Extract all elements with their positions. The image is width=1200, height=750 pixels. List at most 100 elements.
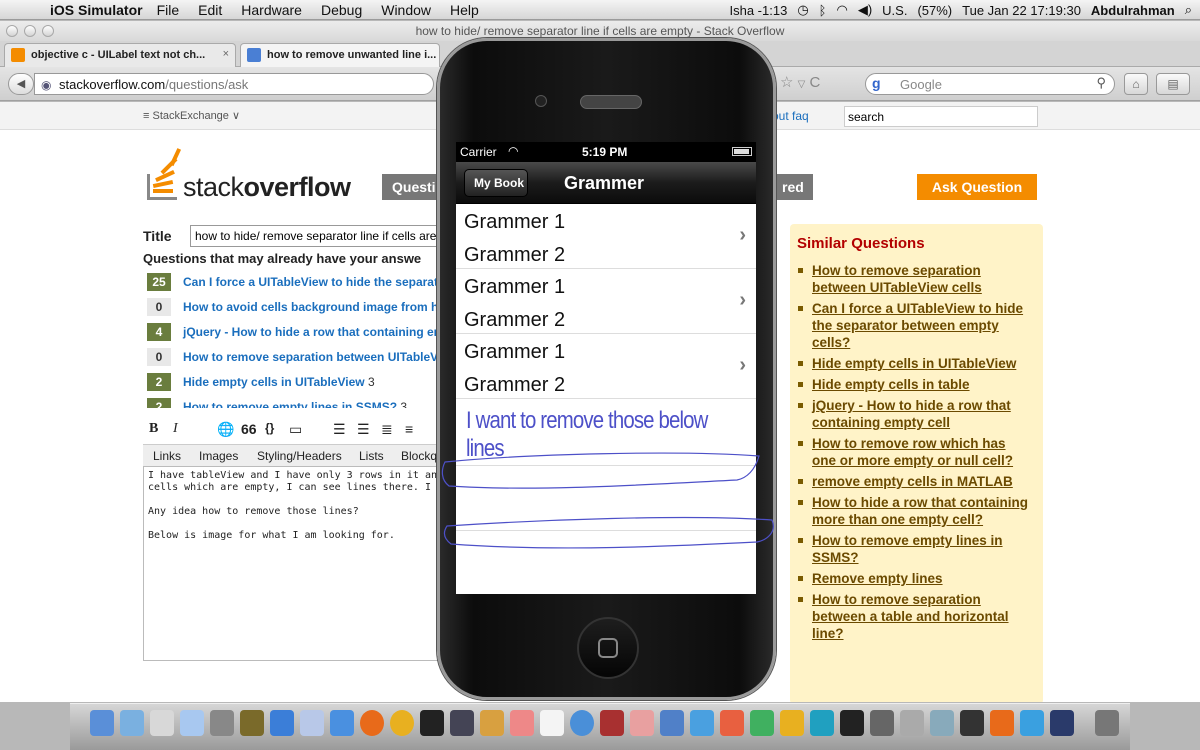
excel-icon[interactable] <box>750 710 774 736</box>
photoshop-icon[interactable] <box>1050 710 1074 736</box>
firefox-icon[interactable] <box>360 710 384 736</box>
similar-question-link[interactable]: How to hide a row that containing more t… <box>812 495 1028 527</box>
link-icon[interactable]: 🌐 <box>217 421 234 438</box>
system-prefs-icon[interactable] <box>870 710 894 736</box>
suggestion-link[interactable]: How to avoid cells background image from… <box>183 300 438 314</box>
table-cell[interactable]: Grammer 1 Grammer 2 › <box>456 204 756 269</box>
similar-question-item[interactable]: How to remove row which has one or more … <box>798 435 1028 469</box>
home-button[interactable] <box>577 617 639 679</box>
table-cell[interactable]: Grammer 1 Grammer 2 › <box>456 269 756 334</box>
app-icon[interactable] <box>240 710 264 736</box>
suggestion-link[interactable]: Hide empty cells in UITableView <box>183 375 365 389</box>
ask-question-button[interactable]: Ask Question <box>917 174 1037 200</box>
similar-question-item[interactable]: How to remove separation between UITable… <box>798 262 1028 296</box>
powerpoint-icon[interactable] <box>720 710 744 736</box>
similar-question-link[interactable]: How to remove row which has one or more … <box>812 436 1013 468</box>
finder-icon[interactable] <box>90 710 114 736</box>
suggestion-link[interactable]: How to remove separation between UITable… <box>183 350 438 364</box>
top-links[interactable]: out faq <box>772 109 809 123</box>
suggestion-link[interactable]: How to remove empty lines in SSMS? <box>183 400 397 408</box>
similar-question-link[interactable]: remove empty cells in MATLAB <box>812 474 1013 489</box>
trash-icon[interactable] <box>1095 710 1119 736</box>
app-icon[interactable] <box>630 710 654 736</box>
menu-debug[interactable]: Debug <box>321 2 362 18</box>
chrome-icon[interactable] <box>390 710 414 736</box>
app-icon[interactable] <box>180 710 204 736</box>
wifi-icon[interactable]: ◠ <box>836 2 847 18</box>
similar-question-link[interactable]: Hide empty cells in table <box>812 377 970 392</box>
user-name[interactable]: Abdulrahman <box>1091 3 1175 18</box>
tab-unwanted-line[interactable]: how to remove unwanted line i... <box>240 43 440 67</box>
skype-icon[interactable] <box>1020 710 1044 736</box>
reload-icon[interactable]: C <box>810 74 821 91</box>
terminal-icon[interactable] <box>420 710 444 736</box>
similar-question-item[interactable]: jQuery - How to hide a row that containi… <box>798 397 1028 431</box>
code-button[interactable]: {} <box>265 421 274 435</box>
zoom-window-icon[interactable] <box>42 25 54 37</box>
similar-question-item[interactable]: Hide empty cells in UITableView <box>798 355 1028 372</box>
help-tab-blockquotes[interactable]: Blockq <box>401 449 437 463</box>
suggestion-row[interactable]: 2 How to remove empty lines in SSMS? 3 <box>147 398 407 408</box>
stackoverflow-logo[interactable]: stackoverflow <box>143 144 383 204</box>
app-icon[interactable] <box>840 710 864 736</box>
spotlight-icon[interactable]: ⌕ <box>1185 2 1192 18</box>
suggestion-row[interactable]: 4 jQuery - How to hide a row that contain… <box>147 323 438 341</box>
table-cell[interactable]: Grammer 1 Grammer 2 › <box>456 334 756 399</box>
suggestion-row[interactable]: 2 Hide empty cells in UITableView 3 <box>147 373 375 391</box>
similar-question-item[interactable]: remove empty cells in MATLAB <box>798 473 1028 490</box>
help-tab-links[interactable]: Links <box>153 449 181 463</box>
help-tab-images[interactable]: Images <box>199 449 238 463</box>
app-icon[interactable] <box>510 710 534 736</box>
heading-icon[interactable]: ≣ <box>381 421 393 438</box>
suggestion-row[interactable]: 0 How to avoid cells background image fro… <box>147 298 438 316</box>
menu-window[interactable]: Window <box>381 2 431 18</box>
blockquote-button[interactable]: 66 <box>241 421 257 437</box>
menu-edit[interactable]: Edit <box>198 2 222 18</box>
volume-icon[interactable]: ◀) <box>858 2 872 18</box>
similar-question-item[interactable]: Hide empty cells in table <box>798 376 1028 393</box>
similar-question-link[interactable]: jQuery - How to hide a row that containi… <box>812 398 1011 430</box>
back-button[interactable]: My Book <box>464 169 528 197</box>
title-input[interactable]: how to hide/ remove separator line if ce… <box>190 225 450 247</box>
outlook-icon[interactable] <box>780 710 804 736</box>
app-icon[interactable] <box>150 710 174 736</box>
clock[interactable]: Tue Jan 22 17:19:30 <box>962 3 1081 18</box>
similar-question-item[interactable]: Can I force a UITableView to hide the se… <box>798 300 1028 351</box>
app-icon[interactable] <box>900 710 924 736</box>
close-window-icon[interactable] <box>6 25 18 37</box>
menu-help[interactable]: Help <box>450 2 479 18</box>
safari-icon[interactable] <box>330 710 354 736</box>
bold-button[interactable]: B <box>149 421 158 437</box>
suggestion-row[interactable]: 25 Can I force a UITableView to hide the … <box>147 273 438 291</box>
similar-question-link[interactable]: Remove empty lines <box>812 571 943 586</box>
similar-question-link[interactable]: Hide empty cells in UITableView <box>812 356 1016 371</box>
calendar-icon[interactable] <box>540 710 564 736</box>
suggestion-link[interactable]: Can I force a UITableView to hide the se… <box>183 275 438 289</box>
site-search-input[interactable]: search <box>844 106 1038 127</box>
help-tab-styling[interactable]: Styling/Headers <box>257 449 342 463</box>
image-icon[interactable]: ▭ <box>289 421 302 438</box>
app-icon[interactable] <box>960 710 984 736</box>
menu-hardware[interactable]: Hardware <box>241 2 302 18</box>
search-icon[interactable]: ⚲ <box>1096 75 1106 91</box>
time-machine-icon[interactable]: ◷ <box>797 2 808 18</box>
dropdown-icon[interactable]: ▽ <box>798 79 806 90</box>
bluetooth-icon[interactable]: ᛒ <box>819 3 827 18</box>
app-icon[interactable] <box>810 710 834 736</box>
itunes-icon[interactable] <box>570 710 594 736</box>
menu-button[interactable]: ▤ <box>1156 73 1190 95</box>
tab-uilabel[interactable]: objective c - UILabel text not ch... × <box>4 43 236 67</box>
stackexchange-menu[interactable]: ≡ StackExchange ∨ <box>143 109 240 122</box>
close-tab-icon[interactable]: × <box>223 48 229 60</box>
url-bar[interactable]: ◉ stackoverflow.com/questions/ask <box>34 73 434 95</box>
hr-icon[interactable]: ≡ <box>405 421 413 437</box>
country-label[interactable]: U.S. <box>882 3 907 18</box>
status-user[interactable]: Isha -1:13 <box>730 3 788 18</box>
similar-question-item[interactable]: How to remove empty lines in SSMS? <box>798 532 1028 566</box>
app-store-icon[interactable] <box>270 710 294 736</box>
app-icon[interactable] <box>990 710 1014 736</box>
menu-file[interactable]: File <box>157 2 180 18</box>
suggestion-link[interactable]: jQuery - How to hide a row that containi… <box>183 325 438 339</box>
google-search-box[interactable]: g Google ⚲ <box>865 73 1115 95</box>
app-icon[interactable] <box>480 710 504 736</box>
